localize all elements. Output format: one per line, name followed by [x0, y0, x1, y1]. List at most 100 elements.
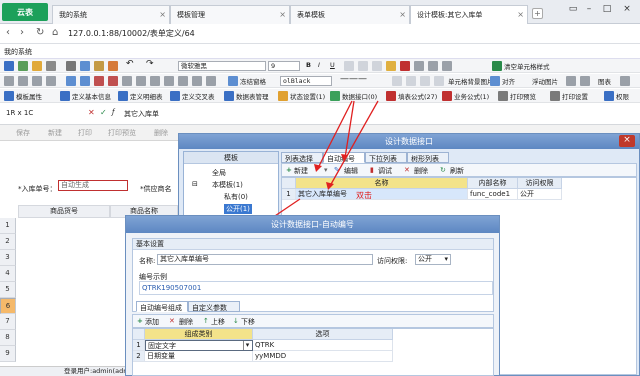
permission-button[interactable]: 权限 — [616, 91, 629, 101]
data-table-button[interactable]: 数据表管理 — [236, 91, 269, 101]
lock-icon[interactable] — [178, 76, 188, 86]
cut-icon[interactable] — [66, 61, 76, 71]
height-icon[interactable] — [122, 76, 132, 86]
address-bar[interactable]: 127.0.0.1:88/10002/表单定义/64 — [68, 28, 195, 39]
composition-option[interactable]: yyMMDD — [253, 351, 393, 362]
line-style-icon[interactable]: ——— — [340, 74, 367, 84]
status-settings-button[interactable]: 状态设置(1) — [290, 91, 325, 101]
font-family-select[interactable]: 微软雅黑 — [178, 61, 266, 71]
italic-icon[interactable]: I — [318, 61, 320, 69]
template-props-button[interactable]: 模板属性 — [16, 91, 42, 101]
print-preview-button[interactable]: 打印预览 — [510, 91, 536, 101]
browser-tab[interactable]: 我的系统 × — [52, 5, 170, 24]
fill-formula-button[interactable]: 填表公式(27) — [398, 91, 437, 101]
sort-icon[interactable] — [192, 76, 202, 86]
grid-header-access[interactable]: 访问权限 — [518, 178, 562, 189]
width-icon[interactable] — [136, 76, 146, 86]
row-header-selected[interactable]: 6 — [0, 298, 16, 314]
row-access[interactable]: 公开 — [518, 189, 562, 200]
tab-dropdown-list[interactable]: 下拉列表 — [365, 152, 407, 163]
open-icon[interactable] — [18, 61, 28, 71]
preview-icon[interactable] — [46, 61, 56, 71]
form-save-button[interactable]: 保存 — [16, 128, 30, 138]
accept-formula-icon[interactable]: ✓ — [100, 108, 107, 117]
align-right-icon[interactable] — [372, 61, 382, 71]
chevron-down-icon[interactable]: ▾ — [243, 341, 251, 350]
tab-composition[interactable]: 自动编号组成 — [136, 301, 188, 312]
row-header[interactable]: 4 — [0, 266, 16, 282]
form-print-button[interactable]: 打印 — [78, 128, 92, 138]
form-print-preview-button[interactable]: 打印预览 — [108, 128, 136, 138]
clear-style-icon[interactable] — [492, 61, 502, 71]
fx-icon[interactable]: ƒ — [112, 108, 114, 116]
detail-table-button[interactable]: 定义明细表 — [130, 91, 163, 101]
grid-header-name[interactable]: 名称 — [296, 178, 468, 189]
border-icon[interactable] — [18, 76, 28, 86]
border-style-icon[interactable] — [392, 76, 402, 86]
align-left-icon[interactable] — [344, 61, 354, 71]
save-icon[interactable] — [4, 61, 14, 71]
font-color-icon[interactable] — [400, 61, 410, 71]
indent-icon[interactable] — [442, 61, 452, 71]
debug-button[interactable]: 调试 — [378, 166, 392, 176]
show-icon[interactable] — [164, 76, 174, 86]
filter-icon[interactable] — [206, 76, 216, 86]
composition-option[interactable]: QTRK — [253, 340, 393, 351]
align-center-icon[interactable] — [358, 61, 368, 71]
freeze-icon[interactable] — [228, 76, 238, 86]
tab-auto-number[interactable]: 自动编号 — [323, 152, 365, 163]
border-all-icon[interactable] — [406, 76, 416, 86]
border-outer-icon[interactable] — [434, 76, 444, 86]
collapse-icon[interactable]: ⊟ — [192, 180, 198, 188]
refresh-button[interactable]: 刷新 — [450, 166, 464, 176]
bookmark-item[interactable]: 我的系统 — [4, 48, 32, 56]
wrap-icon[interactable] — [428, 61, 438, 71]
tab-list-select[interactable]: 列表选择 — [281, 152, 323, 163]
insert-col-icon[interactable] — [80, 76, 90, 86]
freeze-panes-button[interactable]: 冻结窗格 — [240, 76, 266, 86]
browser-tab[interactable]: 表单模板 × — [290, 5, 410, 24]
cell-image-button[interactable]: 单元格背景图片 — [448, 76, 494, 86]
paste-icon[interactable] — [94, 61, 104, 71]
underline-icon[interactable]: U — [330, 61, 335, 69]
refresh-icon[interactable]: ↻ — [440, 166, 446, 174]
redo-icon[interactable]: ↷ — [146, 59, 154, 69]
align-button[interactable]: 对齐 — [502, 76, 515, 86]
minimize-icon[interactable]: – — [582, 2, 596, 16]
delete-row-icon[interactable] — [94, 76, 104, 86]
browser-tab-active[interactable]: 设计模板:其它入库单 × — [410, 5, 528, 24]
move-down-icon[interactable]: ↓ — [233, 317, 239, 325]
add-icon[interactable]: + — [286, 166, 292, 174]
dialog-title[interactable]: 设计数据接口 — [179, 134, 639, 149]
grid-icon[interactable] — [4, 76, 14, 86]
access-select[interactable]: 公开 ▾ — [415, 254, 451, 265]
new-button[interactable]: 新建 — [294, 166, 308, 176]
row-header[interactable]: 8 — [0, 330, 16, 346]
row-header[interactable]: 7 — [0, 314, 16, 330]
dropdown-arrow-icon[interactable]: ▾ — [324, 166, 328, 174]
row-internal-name[interactable]: func_code1 — [468, 189, 518, 200]
maximize-icon[interactable]: □ — [600, 2, 614, 16]
font-size-select[interactable]: 9 — [268, 61, 300, 71]
grid-header-internal[interactable]: 内部名称 — [468, 178, 518, 189]
dialog-title[interactable]: 设计数据接口-自动编号 — [126, 216, 499, 233]
delete-icon[interactable]: ✕ — [404, 166, 410, 174]
grid-header-type[interactable]: 组成类别 — [145, 329, 253, 340]
browser-tab[interactable]: 模板管理 × — [170, 5, 290, 24]
close-icon[interactable]: × — [619, 135, 635, 147]
delete-col-icon[interactable] — [108, 76, 118, 86]
chart-button[interactable]: 图表 — [598, 76, 611, 86]
print-icon[interactable] — [32, 61, 42, 71]
form-new-button[interactable]: 新建 — [48, 128, 62, 138]
debug-icon[interactable]: ▮ — [370, 166, 374, 174]
edit-button[interactable]: 编辑 — [344, 166, 358, 176]
border-none-icon[interactable] — [420, 76, 430, 86]
data-interface-button[interactable]: 数据接口(0) — [342, 91, 377, 101]
form-delete-button[interactable]: 删除 — [154, 128, 168, 138]
format-painter-icon[interactable] — [108, 61, 118, 71]
align-icon[interactable] — [490, 76, 500, 86]
cancel-formula-icon[interactable]: ✕ — [88, 108, 95, 117]
refresh-icon[interactable]: ↻ — [36, 27, 44, 38]
close-icon[interactable]: × — [399, 10, 406, 19]
float-picture-button[interactable]: 浮动图片 — [532, 76, 558, 86]
